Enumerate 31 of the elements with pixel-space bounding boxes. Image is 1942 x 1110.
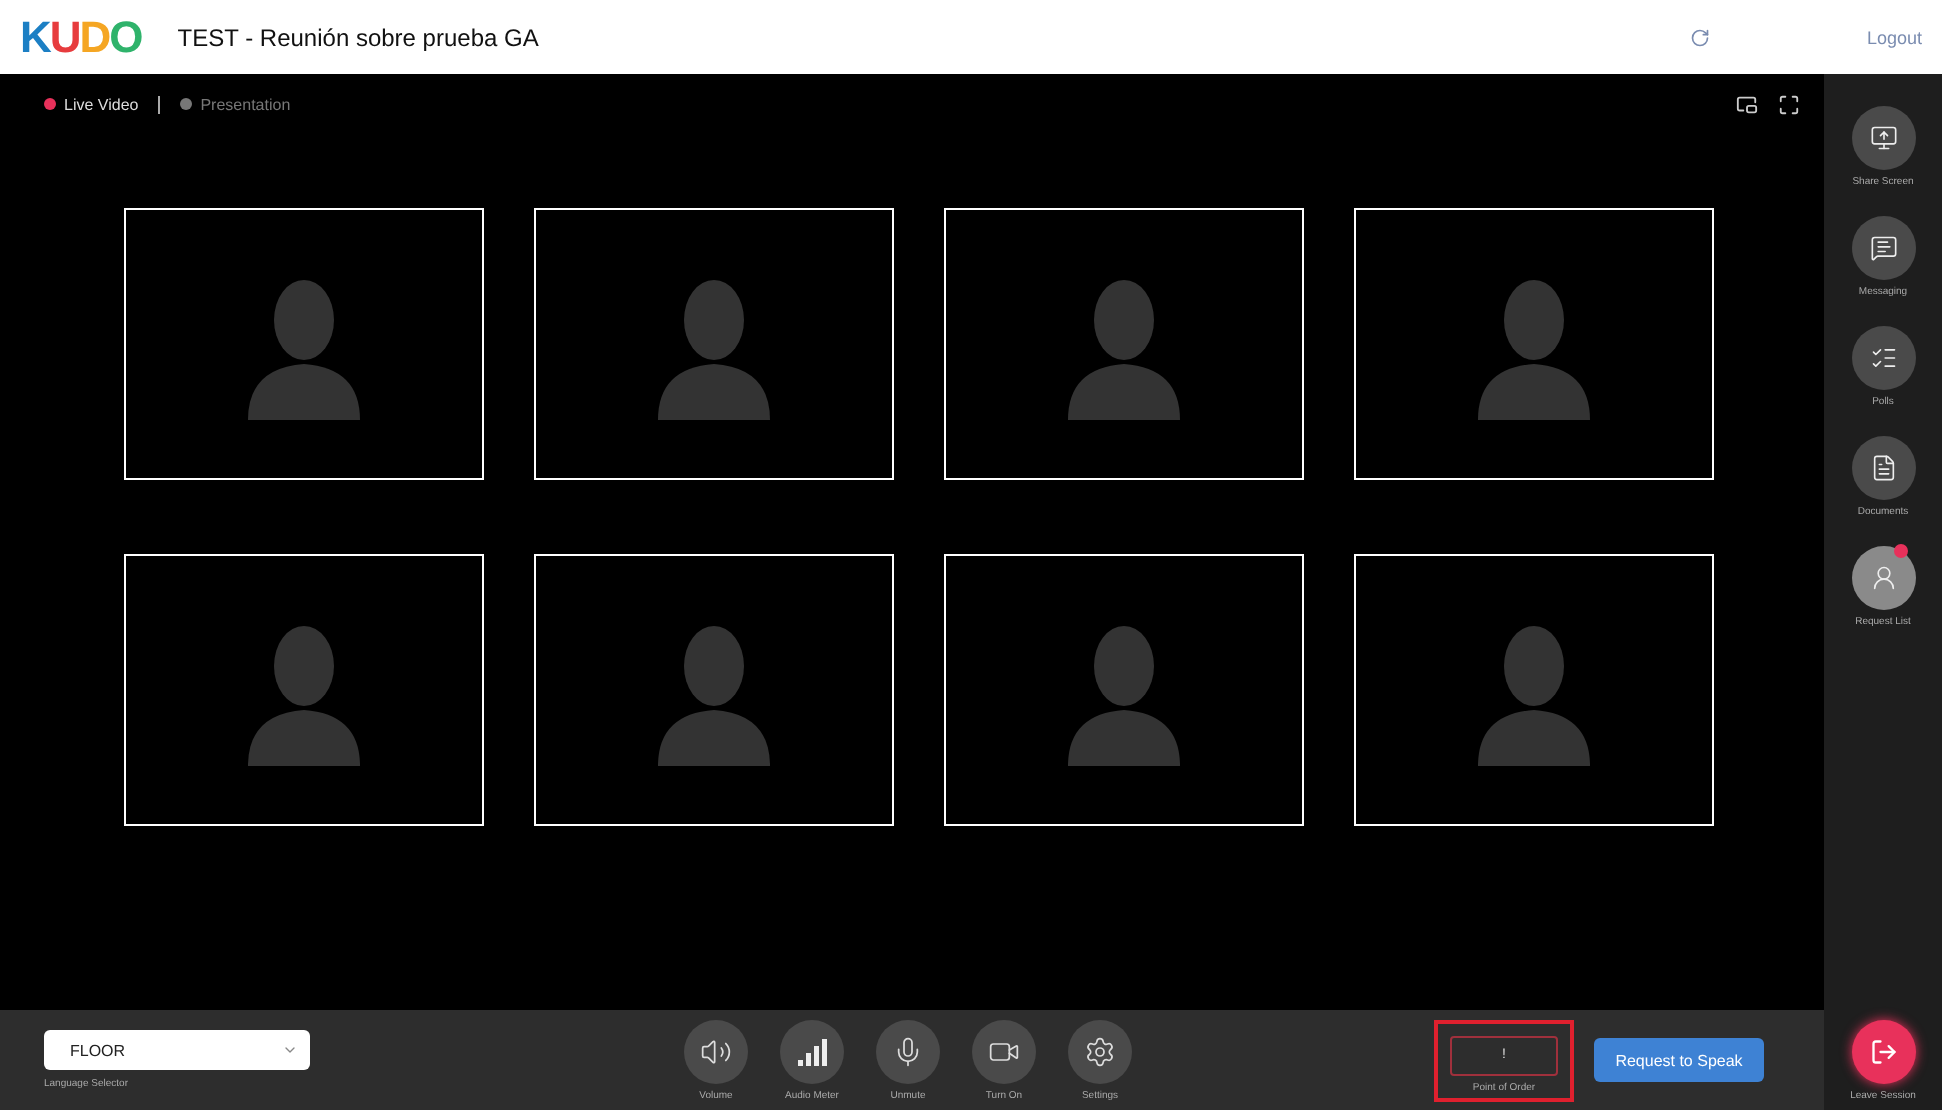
request-to-speak-button[interactable]: Request to Speak <box>1594 1038 1764 1082</box>
refresh-icon[interactable] <box>1690 27 1711 47</box>
message-icon <box>1869 234 1897 262</box>
microphone-button[interactable] <box>876 1019 940 1083</box>
signal-bars-icon <box>796 1035 828 1067</box>
chevron-down-icon <box>282 1042 298 1058</box>
leave-session-button[interactable] <box>1851 1020 1915 1084</box>
documents-button[interactable] <box>1851 436 1915 500</box>
request-button[interactable] <box>1851 546 1915 610</box>
language-select[interactable]: FLOOR <box>44 1030 310 1070</box>
person-icon <box>1869 564 1897 592</box>
audio-meter-button[interactable] <box>780 1019 844 1083</box>
messaging-button[interactable] <box>1851 216 1915 280</box>
document-icon <box>1869 454 1897 482</box>
polls-button[interactable] <box>1851 326 1915 390</box>
speaker-icon <box>700 1035 732 1067</box>
share-button[interactable] <box>1851 106 1915 170</box>
monitor-icon <box>1869 124 1897 152</box>
picture-in-picture-icon[interactable] <box>1736 93 1758 115</box>
checklist-icon <box>1869 344 1897 372</box>
meeting-title: TEST - Reunión sobre prueba GA <box>177 23 541 51</box>
view-tab[interactable]: Live Video <box>44 95 139 113</box>
microphone-icon <box>892 1035 924 1067</box>
logo: KUDO <box>20 11 142 63</box>
view-tab[interactable]: Presentation <box>180 95 291 113</box>
camera-button[interactable] <box>972 1019 1036 1083</box>
volume-button[interactable] <box>684 1019 748 1083</box>
exit-icon <box>1869 1038 1897 1066</box>
gear-icon <box>1084 1035 1116 1067</box>
settings-button[interactable] <box>1068 1019 1132 1083</box>
fullscreen-icon[interactable] <box>1778 93 1800 115</box>
